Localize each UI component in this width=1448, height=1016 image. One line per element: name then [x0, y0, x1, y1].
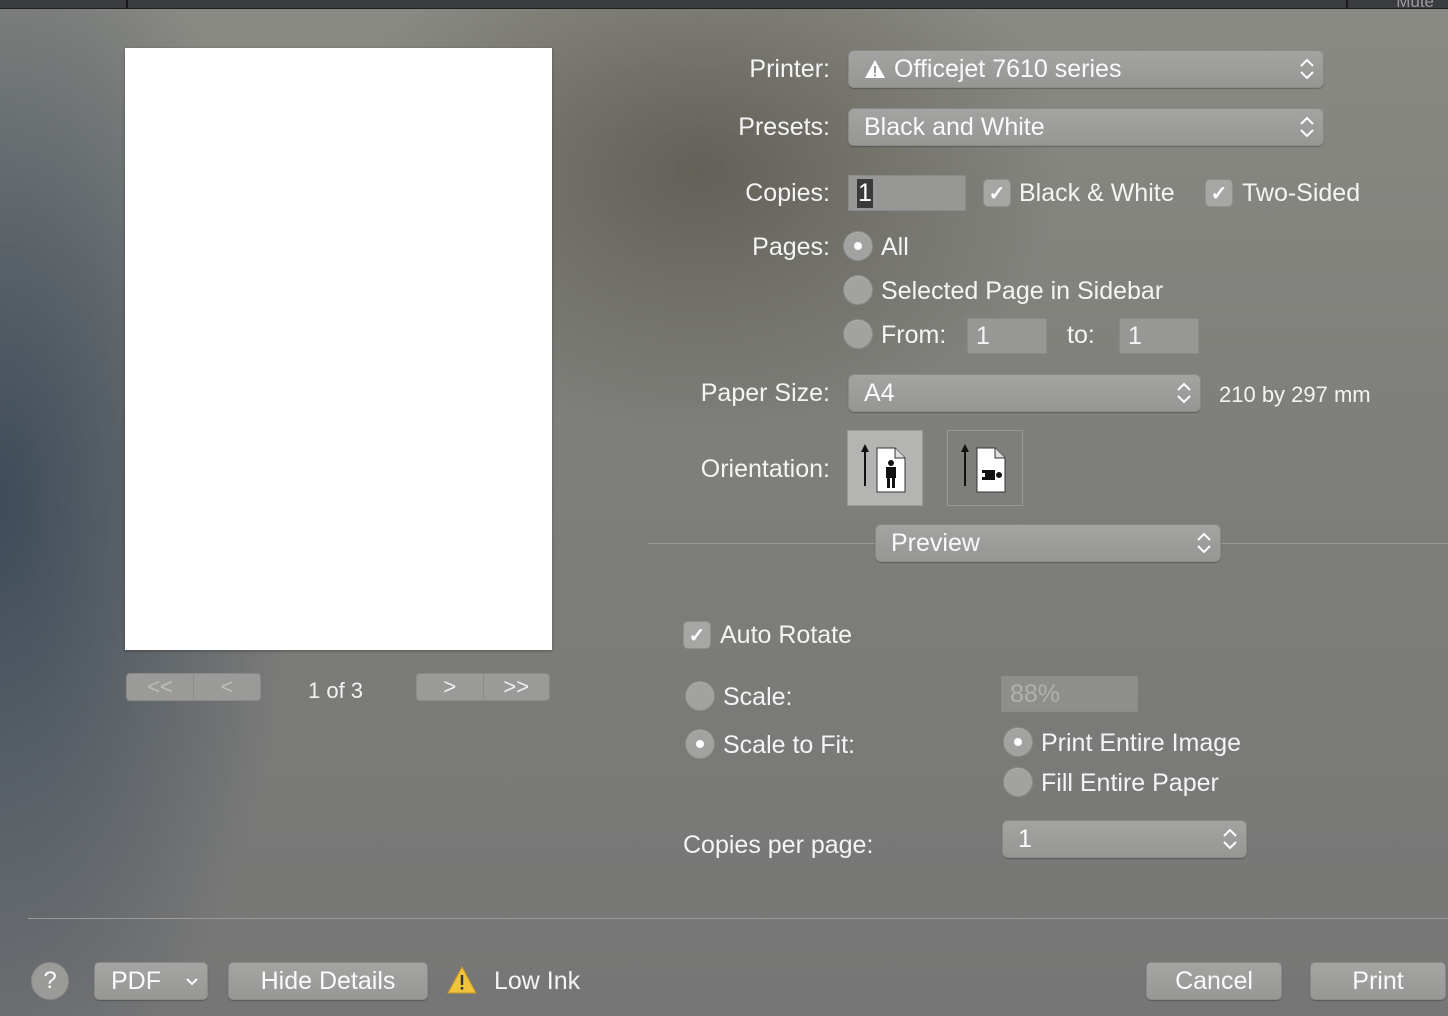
pages-all-label: All: [881, 233, 909, 261]
orientation-label: Orientation:: [700, 455, 830, 483]
auto-rotate-label: Auto Rotate: [720, 621, 853, 649]
pdf-menu-button[interactable]: PDF: [94, 962, 208, 1000]
chevron-down-icon: [186, 978, 198, 986]
scale-label: Scale:: [723, 683, 793, 711]
print-label: Print: [1352, 966, 1404, 995]
scale-to-fit-radio[interactable]: [685, 729, 715, 759]
copies-per-page-popup[interactable]: 1: [1002, 820, 1247, 858]
presets-label: Presets:: [738, 113, 830, 141]
previous-page-button[interactable]: <: [193, 674, 260, 700]
printer-popup[interactable]: Officejet 7610 series: [848, 50, 1324, 88]
copies-label: Copies:: [745, 179, 830, 207]
updown-chevron-icon: [1177, 382, 1191, 404]
landscape-orientation-icon: [961, 444, 1006, 493]
paper-size-label: Paper Size:: [700, 379, 830, 407]
paper-size-popup[interactable]: A4: [848, 374, 1201, 412]
pages-selected-label: Selected Page in Sidebar: [881, 277, 1164, 305]
print-entire-image-radio[interactable]: [1003, 727, 1033, 757]
hide-details-label: Hide Details: [260, 966, 396, 995]
presets-value: Black and White: [864, 112, 1045, 141]
low-ink-status: Low Ink: [494, 967, 581, 995]
pages-label: Pages:: [752, 233, 830, 261]
copies-per-page-label: Copies per page:: [683, 831, 874, 859]
printer-label: Printer:: [749, 55, 830, 83]
section-popup[interactable]: Preview: [875, 524, 1221, 562]
cancel-label: Cancel: [1175, 966, 1253, 995]
help-button[interactable]: ?: [31, 962, 69, 1000]
pages-to-value: 1: [1128, 321, 1142, 350]
preview-forward-group: > >>: [416, 673, 550, 701]
orientation-landscape-button[interactable]: [947, 430, 1023, 506]
help-label: ?: [43, 967, 57, 994]
window-top-strip: Mute: [0, 0, 1448, 11]
warning-triangle-icon: [446, 965, 478, 1000]
copies-value: 1: [857, 178, 873, 208]
mute-label: Mute: [1396, 0, 1434, 11]
updown-chevron-icon: [1197, 532, 1211, 554]
pages-selected-radio[interactable]: [843, 275, 873, 305]
last-page-button[interactable]: >>: [482, 674, 550, 700]
orientation-portrait-button[interactable]: [847, 430, 923, 506]
paper-dimensions: 210 by 297 mm: [1219, 382, 1371, 407]
pages-to-label: to:: [1067, 321, 1095, 349]
presets-popup[interactable]: Black and White: [848, 108, 1324, 146]
portrait-orientation-icon: [861, 444, 906, 493]
print-entire-image-label: Print Entire Image: [1041, 729, 1242, 757]
paper-size-value: A4: [864, 378, 895, 407]
copies-per-page-value: 1: [1018, 824, 1032, 853]
pages-from-value: 1: [976, 321, 990, 350]
black-white-label: Black & White: [1019, 179, 1175, 207]
fill-entire-paper-label: Fill Entire Paper: [1041, 769, 1219, 797]
updown-chevron-icon: [1300, 116, 1314, 138]
warning-triangle-icon: [864, 59, 886, 79]
two-sided-label: Two-Sided: [1242, 179, 1361, 207]
fill-entire-paper-radio[interactable]: [1003, 767, 1033, 797]
copies-input[interactable]: 1: [848, 175, 966, 211]
pages-to-input[interactable]: 1: [1119, 318, 1199, 354]
page-preview: [125, 48, 552, 650]
cancel-button[interactable]: Cancel: [1146, 962, 1282, 1000]
top-strip-divider: [126, 0, 128, 8]
pages-range-radio[interactable]: [843, 319, 873, 349]
auto-rotate-checkbox[interactable]: ✓: [683, 621, 711, 649]
printer-value: Officejet 7610 series: [894, 54, 1122, 83]
hide-details-button[interactable]: Hide Details: [228, 962, 428, 1000]
print-button[interactable]: Print: [1310, 962, 1446, 1000]
top-strip-divider: [1346, 0, 1348, 8]
scale-value: 88%: [1010, 679, 1061, 708]
scale-to-fit-label: Scale to Fit:: [723, 731, 855, 759]
preview-back-group: << <: [126, 673, 261, 701]
pages-from-input[interactable]: 1: [967, 318, 1047, 354]
two-sided-checkbox[interactable]: ✓: [1205, 179, 1233, 207]
pages-from-label: From:: [881, 321, 947, 349]
section-value: Preview: [891, 528, 980, 557]
black-white-checkbox[interactable]: ✓: [983, 179, 1011, 207]
pages-all-radio[interactable]: [843, 231, 873, 261]
next-page-button[interactable]: >: [417, 674, 483, 700]
scale-radio[interactable]: [685, 681, 715, 711]
footer-divider: [28, 918, 1448, 919]
updown-chevron-icon: [1300, 58, 1314, 80]
scale-input[interactable]: 88%: [1001, 676, 1138, 712]
first-page-button[interactable]: <<: [127, 674, 193, 700]
page-indicator: 1 of 3: [308, 678, 364, 703]
updown-chevron-icon: [1223, 828, 1237, 850]
pdf-label: PDF: [111, 966, 161, 995]
